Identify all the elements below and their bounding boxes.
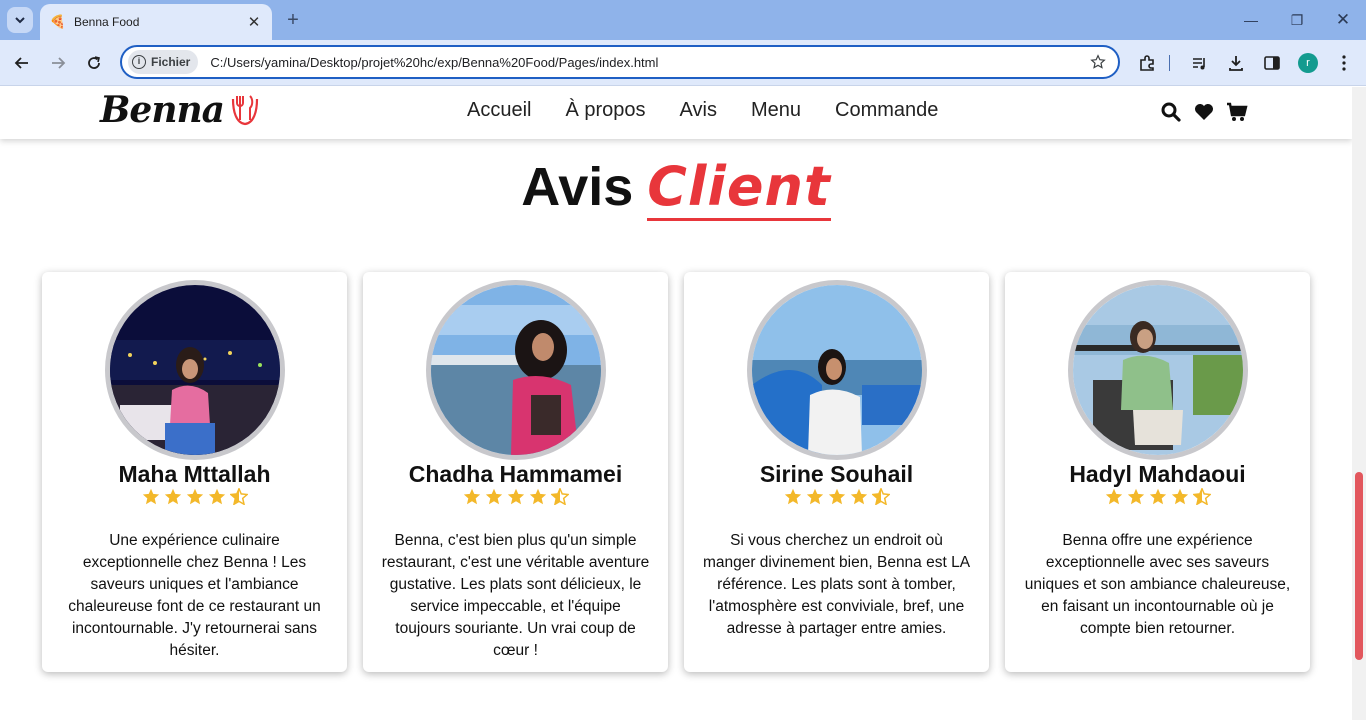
star-icon <box>505 486 527 506</box>
tab-search-button[interactable] <box>7 7 33 33</box>
search-icon[interactable] <box>1160 101 1182 123</box>
header-icons <box>1160 101 1259 123</box>
reviewer-photo <box>747 280 927 460</box>
star-icon <box>1103 486 1125 506</box>
half-star-icon <box>1191 486 1213 506</box>
url-text[interactable]: C:/Users/yamina/Desktop/projet%20hc/exp/… <box>210 55 1086 70</box>
review-card: Chadha Hammamei Benna, c'est bien plus q… <box>363 272 668 672</box>
reviewer-photo <box>1068 280 1248 460</box>
toolbar-divider <box>1167 51 1171 75</box>
review-text: Une expérience culinaire exceptionnelle … <box>68 532 321 659</box>
half-star-icon <box>549 486 571 506</box>
review-card: Hadyl Mahdaoui Benna offre une expérienc… <box>1005 272 1310 672</box>
media-playlist-icon[interactable] <box>1188 51 1212 75</box>
reviewer-photo <box>105 280 285 460</box>
star-icon <box>483 486 505 506</box>
heart-icon[interactable] <box>1193 101 1215 123</box>
section-title-accent: Client <box>647 155 831 221</box>
browser-tab-bar: 🍕 Benna Food ✕ + — ❐ ✕ <box>0 0 1366 40</box>
star-icon <box>527 486 549 506</box>
bookmark-star-icon[interactable] <box>1086 50 1110 74</box>
review-text: Si vous cherchez un endroit où manger di… <box>702 532 971 637</box>
cart-icon[interactable] <box>1226 101 1248 123</box>
back-icon[interactable] <box>10 51 34 75</box>
section-title-main: Avis <box>521 157 634 217</box>
fork-knife-logo-icon <box>231 95 259 126</box>
download-icon[interactable] <box>1224 51 1248 75</box>
half-star-icon <box>870 486 892 506</box>
nav-link-menu[interactable]: Menu <box>751 99 801 122</box>
scrollbar-thumb[interactable] <box>1355 472 1363 660</box>
section-title: Avis Client <box>0 155 1352 221</box>
star-icon <box>184 486 206 506</box>
nav-link-accueil[interactable]: Accueil <box>467 99 531 122</box>
new-tab-icon[interactable]: + <box>283 10 303 30</box>
restore-icon[interactable]: ❐ <box>1287 10 1307 30</box>
chip-label: Fichier <box>151 55 191 69</box>
reviewer-name: Maha Mttallah <box>118 461 271 487</box>
star-icon <box>1147 486 1169 506</box>
star-icon <box>461 486 483 506</box>
extensions-icon[interactable] <box>1135 51 1159 75</box>
review-cards: Maha Mttallah Une expérience culinaire e… <box>42 272 1326 672</box>
star-icon <box>804 486 826 506</box>
star-icon <box>1125 486 1147 506</box>
review-card: Maha Mttallah Une expérience culinaire e… <box>42 272 347 672</box>
star-rating <box>363 486 668 506</box>
site-logo[interactable]: Benna <box>100 89 260 131</box>
logo-text: Benna <box>100 89 225 131</box>
nav-link-commande[interactable]: Commande <box>835 99 938 122</box>
reviewer-photo <box>426 280 606 460</box>
site-header: Benna Accueil À propos Avis Menu Command… <box>0 87 1352 139</box>
star-icon <box>782 486 804 506</box>
page-viewport: Benna Accueil À propos Avis Menu Command… <box>0 87 1366 720</box>
reviewer-name: Sirine Souhail <box>759 461 914 487</box>
review-text: Benna offre une expérience exceptionnell… <box>1024 532 1291 637</box>
review-card: Sirine Souhail Si vous cherchez un endro… <box>684 272 989 672</box>
close-tab-icon[interactable]: ✕ <box>246 14 262 31</box>
close-window-icon[interactable]: ✕ <box>1333 10 1353 30</box>
forward-icon[interactable] <box>46 51 70 75</box>
pizza-favicon-icon: 🍕 <box>49 14 67 29</box>
review-text: Benna, c'est bien plus qu'un simple rest… <box>381 532 650 659</box>
minimize-icon[interactable]: — <box>1241 10 1261 30</box>
main-nav: Accueil À propos Avis Menu Commande <box>467 99 972 122</box>
star-rating <box>1005 486 1310 506</box>
profile-avatar[interactable]: r <box>1298 53 1318 73</box>
site-info-chip[interactable]: i Fichier <box>128 50 199 74</box>
reviewer-name: Hadyl Mahdaoui <box>1069 461 1246 487</box>
reviewer-name: Chadha Hammamei <box>408 461 623 487</box>
more-menu-icon[interactable] <box>1332 51 1356 75</box>
nav-link-avis[interactable]: Avis <box>680 99 717 122</box>
star-icon <box>1169 486 1191 506</box>
tab-title: Benna Food <box>74 15 140 29</box>
browser-tab[interactable]: 🍕 Benna Food ✕ <box>40 4 272 40</box>
side-panel-icon[interactable] <box>1260 51 1284 75</box>
star-icon <box>826 486 848 506</box>
star-rating <box>684 486 989 506</box>
chevron-down-icon <box>15 17 25 24</box>
star-icon <box>162 486 184 506</box>
star-icon <box>206 486 228 506</box>
reload-icon[interactable] <box>82 51 106 75</box>
page-scrollbar[interactable] <box>1352 87 1366 720</box>
half-star-icon <box>228 486 250 506</box>
star-icon <box>140 486 162 506</box>
nav-link-a-propos[interactable]: À propos <box>565 99 645 122</box>
info-icon: i <box>132 55 146 69</box>
browser-toolbar: i Fichier C:/Users/yamina/Desktop/projet… <box>0 40 1366 86</box>
star-rating <box>42 486 347 506</box>
address-bar[interactable]: i Fichier C:/Users/yamina/Desktop/projet… <box>120 45 1120 79</box>
star-icon <box>848 486 870 506</box>
